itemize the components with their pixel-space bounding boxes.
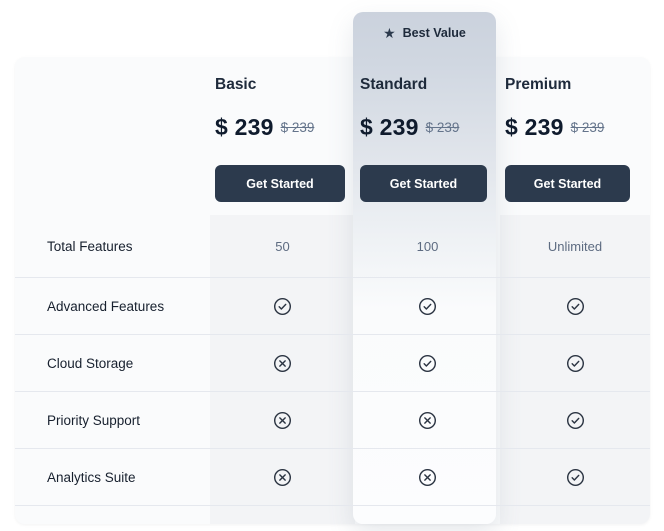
plan-price-row-premium: $ 239 $ 239 xyxy=(505,114,630,141)
feature-row-label: Cloud Storage xyxy=(15,356,210,371)
plan-price-basic: $ 239 xyxy=(215,114,274,141)
cross-circle-icon xyxy=(418,411,437,430)
table-row: Total Features 50 100 Unlimited xyxy=(15,215,650,278)
check-circle-icon xyxy=(566,468,585,487)
table-row: Cloud Storage xyxy=(15,335,650,392)
plan-price-row-standard: $ 239 $ 239 xyxy=(360,114,487,141)
check-circle-icon xyxy=(418,354,437,373)
feature-value: Unlimited xyxy=(548,239,602,254)
get-started-button-basic[interactable]: Get Started xyxy=(215,165,345,202)
feature-cell xyxy=(210,297,355,316)
feature-cell xyxy=(355,354,500,373)
feature-cell xyxy=(500,411,650,430)
feature-cell: 50 xyxy=(210,239,355,254)
plan-column-standard: Standard $ 239 $ 239 Get Started xyxy=(360,77,487,202)
plan-name-standard: Standard xyxy=(360,77,487,93)
cross-circle-icon xyxy=(273,411,292,430)
check-circle-icon xyxy=(566,297,585,316)
plan-old-price-standard: $ 239 xyxy=(426,120,460,135)
feature-cell xyxy=(355,411,500,430)
table-row: Advanced Features xyxy=(15,278,650,335)
feature-row-label: Priority Support xyxy=(15,413,210,428)
feature-cell xyxy=(210,411,355,430)
plan-price-standard: $ 239 xyxy=(360,114,419,141)
check-circle-icon xyxy=(418,297,437,316)
plan-column-basic: Basic $ 239 $ 239 Get Started xyxy=(215,77,345,202)
feature-value: 100 xyxy=(417,239,439,254)
plan-price-premium: $ 239 xyxy=(505,114,564,141)
feature-cell xyxy=(210,354,355,373)
feature-rows: Total Features 50 100 Unlimited Advanced Fea… xyxy=(15,215,650,506)
cross-circle-icon xyxy=(273,468,292,487)
pricing-table: ★ Best Value Basic$ 239$ 239Get StartedS… xyxy=(0,0,664,531)
feature-cell xyxy=(500,354,650,373)
table-row: Priority Support xyxy=(15,392,650,449)
plan-name-premium: Premium xyxy=(505,77,630,93)
feature-cell: Unlimited xyxy=(500,239,650,254)
get-started-button-standard[interactable]: Get Started xyxy=(360,165,487,202)
get-started-button-premium[interactable]: Get Started xyxy=(505,165,630,202)
plan-old-price-basic: $ 239 xyxy=(281,120,315,135)
best-value-badge: ★ Best Value xyxy=(353,26,496,40)
check-circle-icon xyxy=(273,297,292,316)
plan-old-price-premium: $ 239 xyxy=(571,120,605,135)
feature-row-label: Total Features xyxy=(15,239,210,254)
feature-cell xyxy=(500,468,650,487)
check-circle-icon xyxy=(566,411,585,430)
table-row: Analytics Suite xyxy=(15,449,650,506)
plan-name-basic: Basic xyxy=(215,77,345,93)
feature-cell: 100 xyxy=(355,239,500,254)
best-value-label: Best Value xyxy=(403,26,466,40)
check-circle-icon xyxy=(566,354,585,373)
star-icon: ★ xyxy=(383,26,396,40)
cross-circle-icon xyxy=(273,354,292,373)
plan-price-row-basic: $ 239 $ 239 xyxy=(215,114,345,141)
feature-cell xyxy=(210,468,355,487)
feature-cell xyxy=(355,297,500,316)
feature-row-label: Advanced Features xyxy=(15,299,210,314)
feature-cell xyxy=(355,468,500,487)
feature-value: 50 xyxy=(275,239,289,254)
cross-circle-icon xyxy=(418,468,437,487)
feature-row-label: Analytics Suite xyxy=(15,470,210,485)
plan-column-premium: Premium $ 239 $ 239 Get Started xyxy=(505,77,630,202)
feature-cell xyxy=(500,297,650,316)
